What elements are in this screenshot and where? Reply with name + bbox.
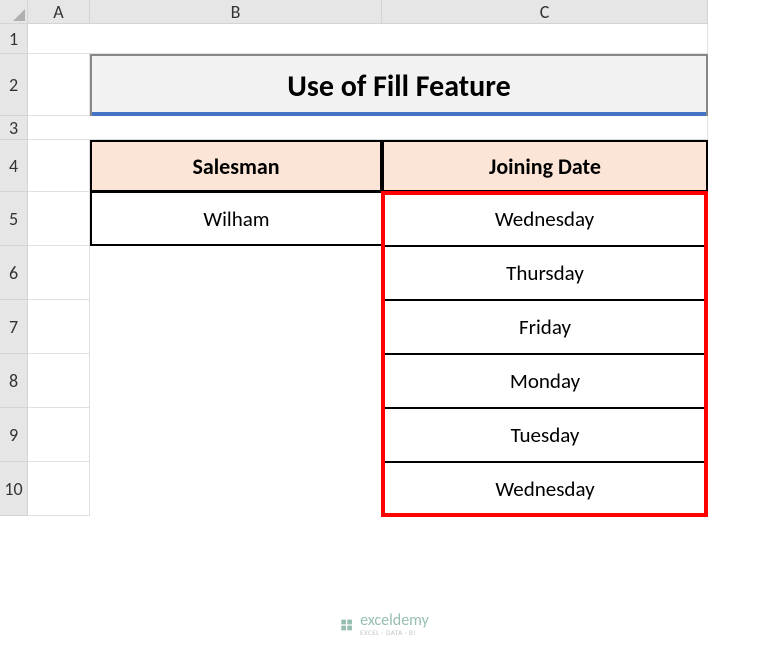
row-header-1[interactable]: 1 (0, 24, 28, 54)
row-header-6[interactable]: 6 (0, 246, 28, 300)
cell-salesman[interactable]: Wilham (90, 192, 382, 246)
row-header-8[interactable]: 8 (0, 354, 28, 408)
row-header-9[interactable]: 9 (0, 408, 28, 462)
row-header-10[interactable]: 10 (0, 462, 28, 516)
page-title: Use of Fill Feature (287, 68, 510, 105)
header-joining-date[interactable]: Joining Date (382, 140, 708, 192)
watermark-tagline: EXCEL · DATA · BI (360, 629, 429, 636)
select-all-corner[interactable] (0, 0, 28, 24)
title-cell[interactable]: Use of Fill Feature (90, 54, 708, 116)
watermark-name: exceldemy (360, 613, 429, 629)
col-header-b[interactable]: B (90, 0, 382, 24)
cell-date-4[interactable]: Tuesday (382, 408, 708, 462)
watermark-icon (338, 617, 354, 633)
spreadsheet-grid: A B C 1 2 Use of Fill Feature 3 4 5 6 7 … (0, 0, 767, 516)
cell-date-2[interactable]: Friday (382, 300, 708, 354)
row-header-5[interactable]: 5 (0, 192, 28, 246)
cell-date-5[interactable]: Wednesday (382, 462, 708, 516)
col-header-c[interactable]: C (382, 0, 708, 24)
cell-date-0[interactable]: Wednesday (382, 192, 708, 246)
watermark: exceldemy EXCEL · DATA · BI (338, 613, 429, 636)
row-header-7[interactable]: 7 (0, 300, 28, 354)
row-header-3[interactable]: 3 (0, 116, 28, 140)
cell-date-3[interactable]: Monday (382, 354, 708, 408)
row-header-2[interactable]: 2 (0, 54, 28, 116)
row-header-4[interactable]: 4 (0, 140, 28, 192)
cell-date-1[interactable]: Thursday (382, 246, 708, 300)
header-salesman[interactable]: Salesman (90, 140, 382, 192)
col-header-a[interactable]: A (28, 0, 90, 24)
